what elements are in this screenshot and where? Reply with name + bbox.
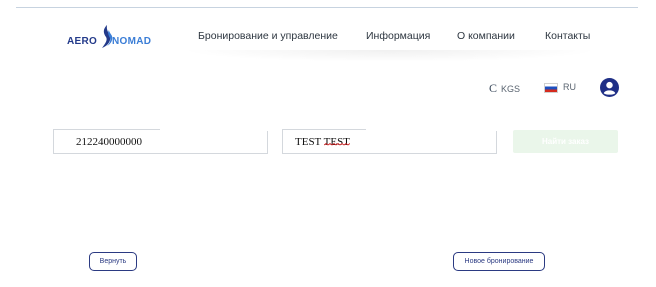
russia-flag-icon <box>544 82 558 93</box>
booking-number-input[interactable] <box>76 130 267 153</box>
nav-item-contacts[interactable]: Контакты <box>545 30 590 46</box>
field-top-gap-2 <box>366 127 497 131</box>
currency-symbol-icon: С <box>489 81 498 95</box>
passenger-name-field[interactable] <box>282 129 497 154</box>
nav-item-information[interactable]: Информация <box>366 30 430 46</box>
language-label: RU <box>563 82 576 92</box>
booking-number-field[interactable] <box>53 129 268 154</box>
spellcheck-underline <box>324 143 350 146</box>
nav-shadow <box>180 50 600 62</box>
passenger-name-input[interactable] <box>295 130 496 153</box>
logo-text-nomad: NOMAD <box>112 36 152 47</box>
top-divider <box>16 7 638 8</box>
language-selector[interactable]: RU <box>544 82 576 93</box>
find-order-button[interactable]: Найти заказ <box>513 130 618 153</box>
currency-label: KGS <box>501 84 521 94</box>
user-profile-icon[interactable] <box>600 78 619 97</box>
aeronomad-logo[interactable]: AERO NOMAD <box>64 24 156 54</box>
currency-selector[interactable]: С KGS <box>489 81 520 96</box>
nav-item-booking[interactable]: Бронирование и управление <box>198 30 338 46</box>
new-booking-button[interactable]: Новое бронирование <box>453 252 545 271</box>
logo-text-aero: AERO <box>67 36 98 47</box>
field-top-gap <box>160 127 268 131</box>
nav-item-about[interactable]: О компании <box>457 30 515 46</box>
return-button[interactable]: Вернуть <box>89 252 137 271</box>
